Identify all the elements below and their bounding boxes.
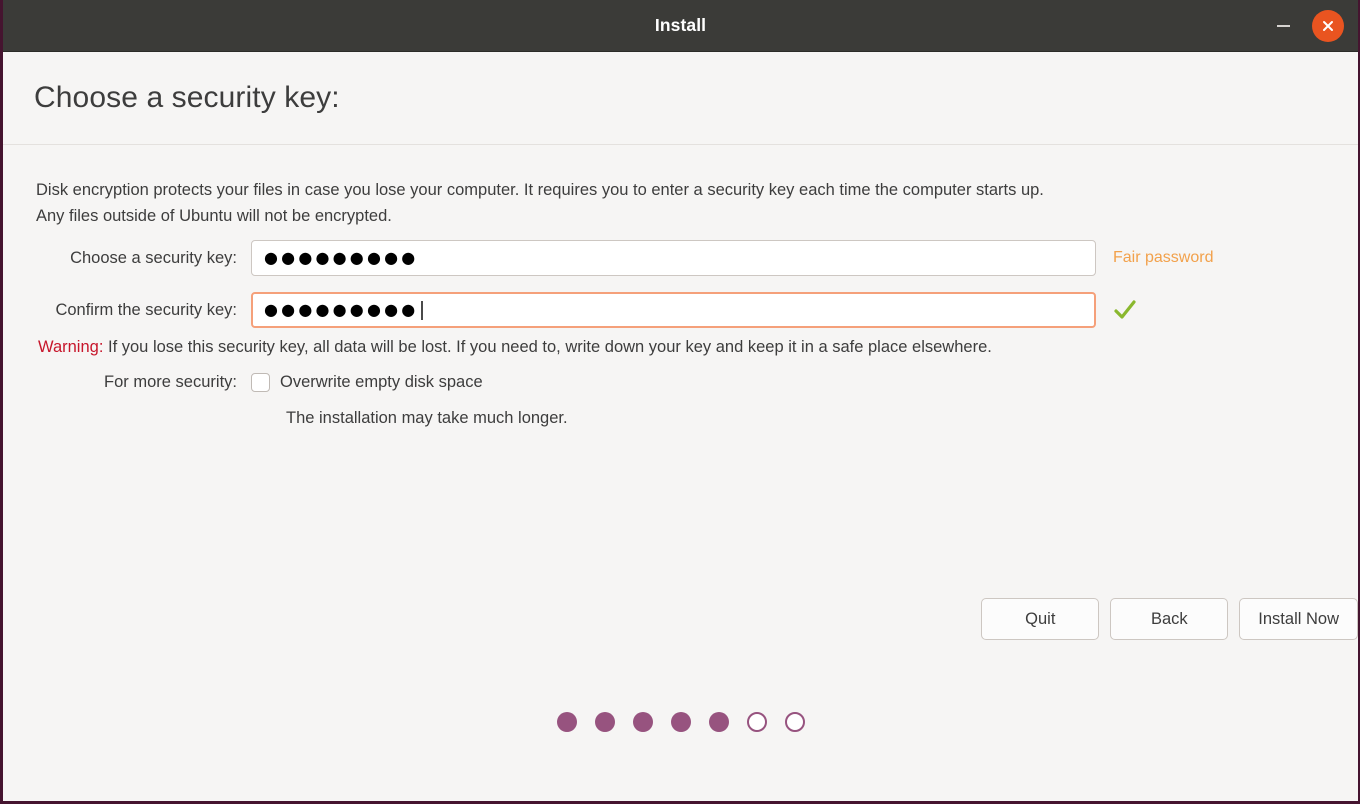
content-area: Disk encryption protects your files in c…: [3, 145, 1358, 801]
titlebar: Install: [3, 0, 1358, 52]
choose-key-input[interactable]: ●●●●●●●●●: [251, 240, 1096, 276]
security-option-note: The installation may take much longer.: [286, 409, 568, 427]
choose-key-value: ●●●●●●●●●: [264, 248, 419, 267]
minimize-icon[interactable]: [1268, 11, 1298, 41]
checkmark-icon: [1113, 298, 1137, 322]
warning-message: Warning: If you lose this security key, …: [38, 338, 992, 357]
intro-text: Disk encryption protects your files in c…: [36, 177, 1336, 229]
confirm-key-row: Confirm the security key: ●●●●●●●●●: [36, 292, 1332, 328]
overwrite-empty-disk-space-checkbox[interactable]: [251, 373, 270, 392]
page-header: Choose a security key:: [3, 52, 1358, 145]
dialog-button-bar: Quit Back Install Now: [981, 598, 1358, 640]
overwrite-empty-disk-space-label: Overwrite empty disk space: [280, 373, 483, 391]
minimize-bar: [1276, 25, 1290, 27]
progress-dot: [784, 712, 805, 732]
install-window: Install Choose a security key: Disk encr…: [0, 0, 1360, 804]
progress-dot: [632, 712, 653, 732]
choose-key-row: Choose a security key: ●●●●●●●●● Fair pa…: [36, 240, 1332, 276]
security-option-row: For more security: Overwrite empty disk …: [36, 373, 483, 392]
progress-dot: [670, 712, 691, 732]
window-controls: [1268, 0, 1344, 52]
quit-button[interactable]: Quit: [981, 598, 1100, 640]
window-title: Install: [654, 15, 707, 35]
install-now-button[interactable]: Install Now: [1239, 598, 1358, 640]
progress-dot: [556, 712, 577, 732]
close-icon[interactable]: [1312, 10, 1344, 42]
intro-line-1: Disk encryption protects your files in c…: [36, 181, 1044, 199]
confirm-key-value: ●●●●●●●●●: [264, 300, 419, 319]
security-option-label: For more security:: [104, 373, 237, 391]
intro-line-2: Any files outside of Ubuntu will not be …: [36, 207, 392, 225]
choose-key-label: Choose a security key:: [70, 248, 237, 267]
progress-dot: [746, 712, 767, 732]
progress-dot: [708, 712, 729, 732]
confirm-key-input[interactable]: ●●●●●●●●●: [251, 292, 1096, 328]
confirm-key-label: Confirm the security key:: [55, 300, 237, 319]
page-title: Choose a security key:: [34, 81, 340, 114]
progress-dot: [594, 712, 615, 732]
back-button[interactable]: Back: [1110, 598, 1229, 640]
warning-text: If you lose this security key, all data …: [103, 338, 992, 356]
password-strength-label: Fair password: [1113, 249, 1214, 266]
text-cursor: [421, 300, 423, 320]
progress-dots: [3, 712, 1358, 732]
warning-prefix: Warning:: [38, 338, 104, 356]
